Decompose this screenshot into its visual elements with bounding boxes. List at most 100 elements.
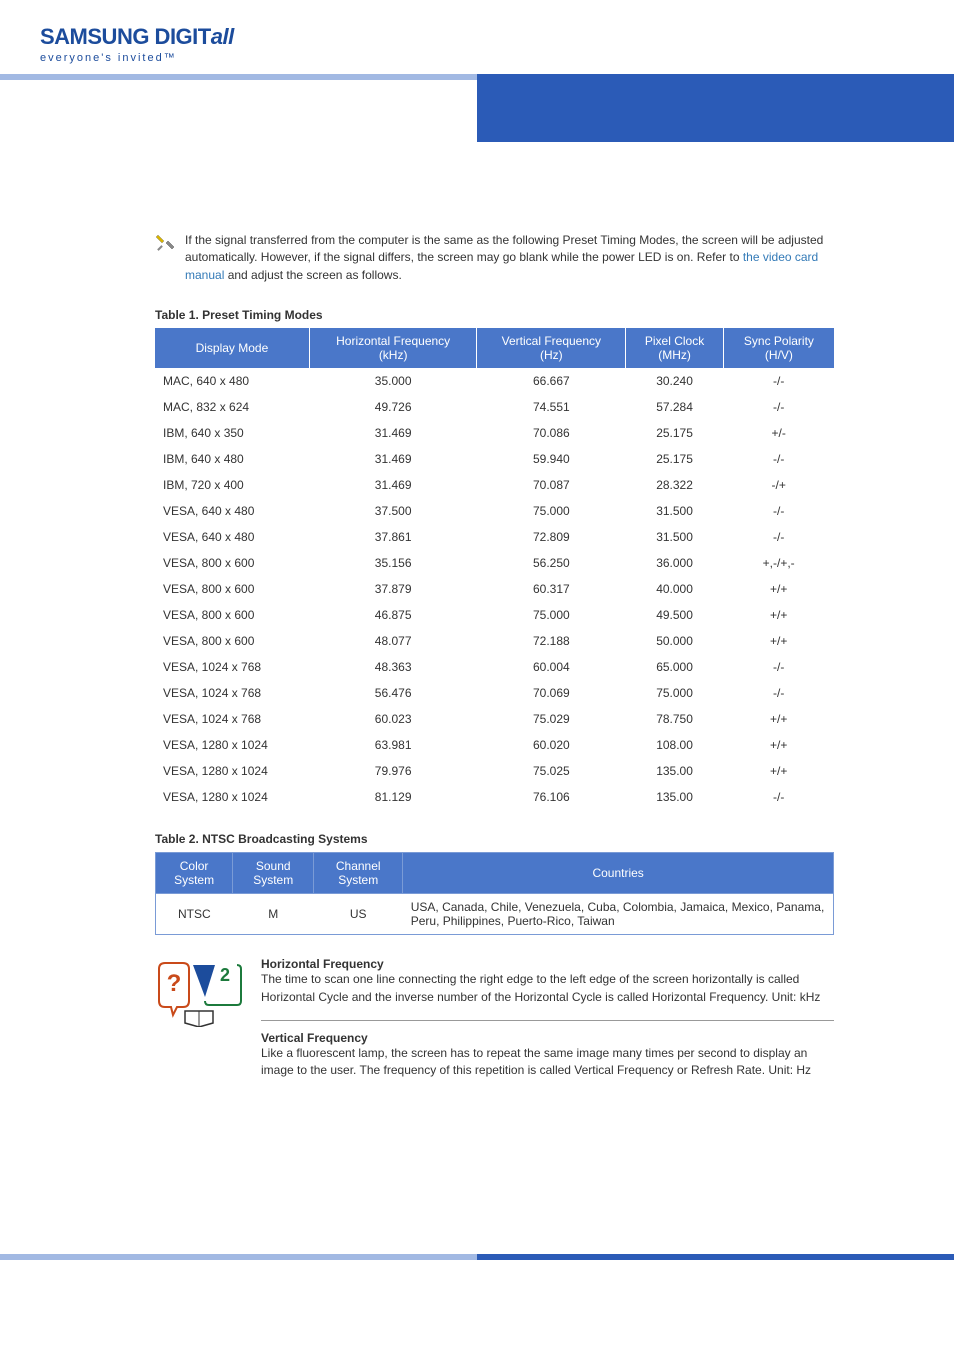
cell-s: -/- (723, 498, 834, 524)
cell-mode: VESA, 1024 x 768 (155, 706, 309, 732)
cell-h: 63.981 (309, 732, 477, 758)
cell-h: 31.469 (309, 472, 477, 498)
cell-h: 48.363 (309, 654, 477, 680)
cell-s: +,-/+,- (723, 550, 834, 576)
cell-p: 50.000 (626, 628, 724, 654)
cell-h: 37.879 (309, 576, 477, 602)
cell-h: 31.469 (309, 420, 477, 446)
cell-mode: VESA, 1280 x 1024 (155, 758, 309, 784)
cell-mode: VESA, 1280 x 1024 (155, 784, 309, 810)
cell-mode: VESA, 640 x 480 (155, 524, 309, 550)
cell-v: 66.667 (477, 368, 626, 394)
subheader-left (0, 80, 477, 142)
th-sync-main: Sync Polarity (744, 334, 814, 348)
table-row: VESA, 800 x 60035.15656.25036.000+,-/+,- (155, 550, 834, 576)
th-pixel-main: Pixel Clock (645, 334, 704, 348)
table-row: VESA, 800 x 60048.07772.18850.000+/+ (155, 628, 834, 654)
brand-part2: all (211, 24, 234, 49)
table1-title: Table 1. Preset Timing Modes (155, 308, 834, 322)
cell-h: 37.861 (309, 524, 477, 550)
cell-v: 75.000 (477, 602, 626, 628)
table-row: MAC, 832 x 62449.72674.55157.284-/- (155, 394, 834, 420)
logo-area: SAMSUNG DIGITall everyone's invited™ (0, 0, 954, 74)
footer-bar-left (0, 1254, 477, 1260)
th-sound-system: Sound System (233, 853, 314, 894)
th-hfreq-main: Horizontal Frequency (336, 334, 450, 348)
cell-channel-system: US (314, 894, 403, 935)
cell-s: -/+ (723, 472, 834, 498)
cell-p: 36.000 (626, 550, 724, 576)
th-vfreq-sub: (Hz) (485, 348, 617, 362)
cell-v: 60.020 (477, 732, 626, 758)
cell-p: 31.500 (626, 524, 724, 550)
cell-s: +/+ (723, 732, 834, 758)
th-sync: Sync Polarity(H/V) (723, 328, 834, 368)
cell-mode: VESA, 800 x 600 (155, 602, 309, 628)
cell-s: +/- (723, 420, 834, 446)
cell-v: 56.250 (477, 550, 626, 576)
cell-v: 75.029 (477, 706, 626, 732)
cell-v: 70.086 (477, 420, 626, 446)
cell-h: 60.023 (309, 706, 477, 732)
header: SAMSUNG DIGITall everyone's invited™ (0, 0, 954, 142)
faq-icon: ? 2 (155, 957, 243, 1094)
timing-table-wrap: Display Mode Horizontal Frequency(kHz) V… (155, 328, 834, 810)
cell-s: +/+ (723, 602, 834, 628)
intro-block: If the signal transferred from the compu… (155, 232, 834, 284)
cell-v: 70.087 (477, 472, 626, 498)
cell-p: 75.000 (626, 680, 724, 706)
th-vfreq-main: Vertical Frequency (502, 334, 601, 348)
cell-p: 65.000 (626, 654, 724, 680)
cell-p: 108.00 (626, 732, 724, 758)
svg-text:?: ? (167, 970, 182, 997)
cell-v: 74.551 (477, 394, 626, 420)
th-display-mode: Display Mode (155, 328, 309, 368)
cell-p: 28.322 (626, 472, 724, 498)
cell-h: 48.077 (309, 628, 477, 654)
cell-p: 49.500 (626, 602, 724, 628)
cell-p: 25.175 (626, 446, 724, 472)
table-row: MAC, 640 x 48035.00066.66730.240-/- (155, 368, 834, 394)
table-header-row: Display Mode Horizontal Frequency(kHz) V… (155, 328, 834, 368)
cell-v: 76.106 (477, 784, 626, 810)
cell-v: 75.000 (477, 498, 626, 524)
cell-mode: IBM, 720 x 400 (155, 472, 309, 498)
definitions-text: Horizontal Frequency The time to scan on… (261, 957, 834, 1094)
th-pixel: Pixel Clock(MHz) (626, 328, 724, 368)
table-row: VESA, 1024 x 76848.36360.00465.000-/- (155, 654, 834, 680)
cell-p: 135.00 (626, 758, 724, 784)
cell-p: 31.500 (626, 498, 724, 524)
cell-p: 135.00 (626, 784, 724, 810)
cell-mode: VESA, 1280 x 1024 (155, 732, 309, 758)
cell-s: -/- (723, 394, 834, 420)
th-hfreq-sub: (kHz) (318, 348, 469, 362)
cell-mode: IBM, 640 x 350 (155, 420, 309, 446)
table-row: IBM, 720 x 40031.46970.08728.322-/+ (155, 472, 834, 498)
th-sync-sub: (H/V) (732, 348, 826, 362)
table-row: VESA, 640 x 48037.86172.80931.500-/- (155, 524, 834, 550)
cell-s: -/- (723, 446, 834, 472)
cell-p: 57.284 (626, 394, 724, 420)
table-row: VESA, 1024 x 76856.47670.06975.000-/- (155, 680, 834, 706)
cell-v: 70.069 (477, 680, 626, 706)
cell-mode: MAC, 832 x 624 (155, 394, 309, 420)
table-row: IBM, 640 x 48031.46959.94025.175-/- (155, 446, 834, 472)
cell-v: 60.317 (477, 576, 626, 602)
divider (261, 1020, 834, 1021)
cell-p: 78.750 (626, 706, 724, 732)
tagline: everyone's invited™ (40, 52, 954, 64)
hfreq-title: Horizontal Frequency (261, 957, 834, 971)
th-display-mode-label: Display Mode (196, 341, 269, 355)
cell-v: 60.004 (477, 654, 626, 680)
cell-s: +/+ (723, 706, 834, 732)
cell-color-system: NTSC (156, 894, 233, 935)
th-vfreq: Vertical Frequency(Hz) (477, 328, 626, 368)
footer-bar-right (477, 1254, 954, 1260)
cell-h: 31.469 (309, 446, 477, 472)
cell-mode: VESA, 800 x 600 (155, 550, 309, 576)
content: If the signal transferred from the compu… (0, 142, 954, 1134)
cell-h: 35.156 (309, 550, 477, 576)
cell-s: -/- (723, 654, 834, 680)
logo-text: SAMSUNG DIGITall (40, 24, 954, 50)
cell-s: -/- (723, 784, 834, 810)
